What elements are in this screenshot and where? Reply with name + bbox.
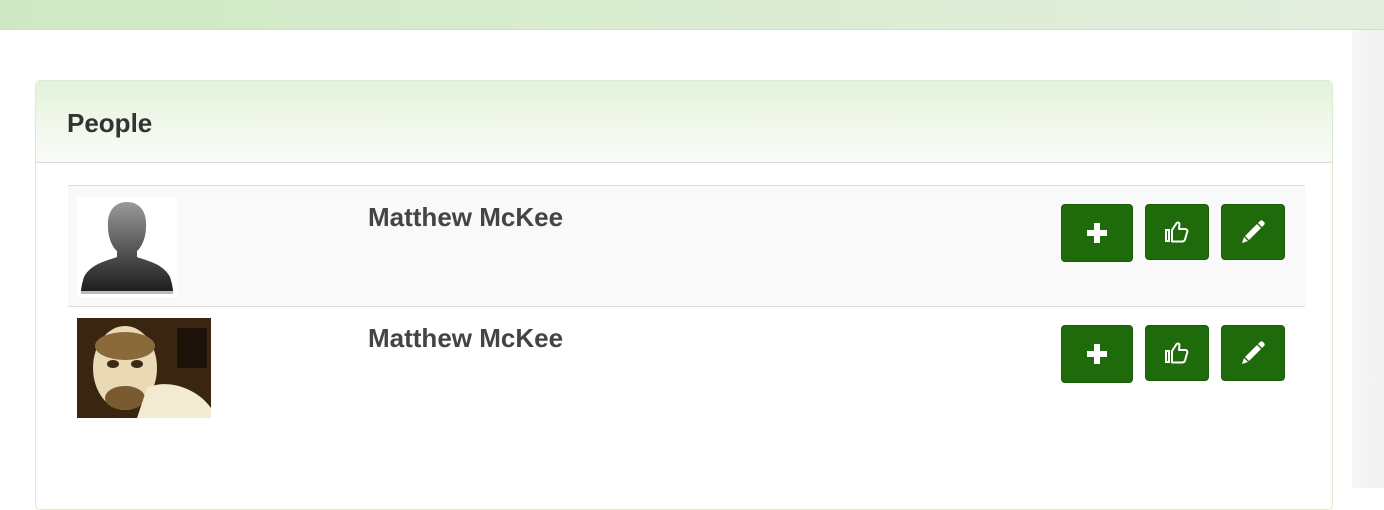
table-row: Matthew McKee xyxy=(68,185,1305,306)
person-name[interactable]: Matthew McKee xyxy=(368,202,563,232)
add-button[interactable] xyxy=(1061,204,1133,262)
like-button[interactable] xyxy=(1145,325,1209,381)
pencil-icon xyxy=(1242,220,1265,243)
person-name[interactable]: Matthew McKee xyxy=(368,323,563,353)
add-button[interactable] xyxy=(1061,325,1133,383)
panel-title: People xyxy=(67,108,153,138)
people-table: Matthew McKee Matthew McKee xyxy=(68,185,1305,427)
avatar[interactable] xyxy=(77,318,211,418)
panel-heading: People xyxy=(36,81,1332,163)
thumbs-up-icon xyxy=(1165,342,1189,364)
plus-icon xyxy=(1087,223,1107,243)
plus-icon xyxy=(1087,344,1107,364)
edit-button[interactable] xyxy=(1221,204,1285,260)
thumbs-up-icon xyxy=(1165,221,1189,243)
like-button[interactable] xyxy=(1145,204,1209,260)
people-panel: People Matthew McKee Matthew McKee xyxy=(35,80,1333,510)
default-silhouette-avatar xyxy=(81,202,173,294)
edit-button[interactable] xyxy=(1221,325,1285,381)
page-scroll-gutter xyxy=(1352,30,1384,488)
table-row: Matthew McKee xyxy=(68,306,1305,427)
top-navbar xyxy=(0,0,1384,30)
pencil-icon xyxy=(1242,341,1265,364)
profile-photo-avatar xyxy=(77,318,211,418)
avatar[interactable] xyxy=(77,197,177,297)
